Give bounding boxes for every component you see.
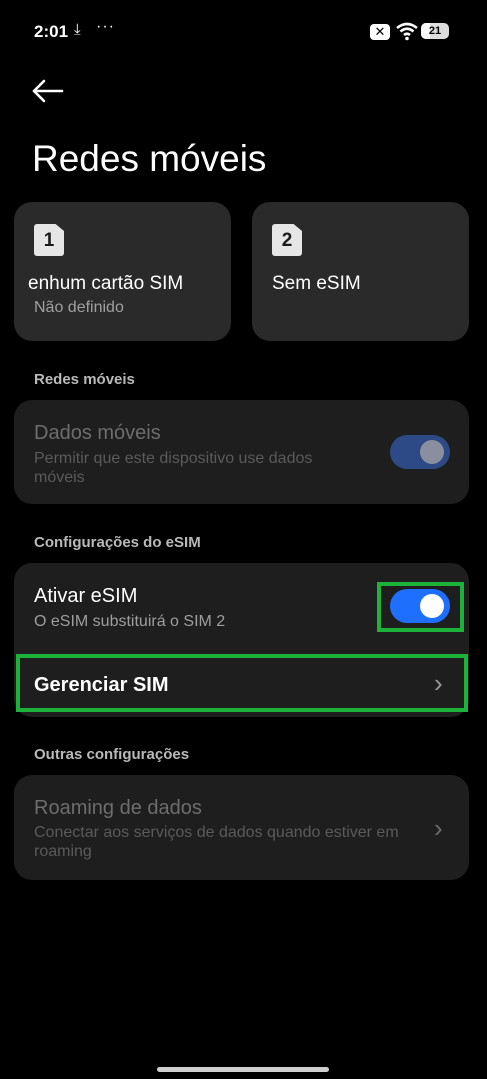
mobile-data-title: Dados móveis: [34, 422, 161, 444]
no-sim-icon: ✕: [370, 24, 390, 40]
status-bar: 2:01 ⤓ ··· ✕ 21: [0, 0, 487, 62]
wifi-icon: [396, 22, 418, 41]
back-arrow-icon[interactable]: [30, 76, 66, 106]
mobile-data-toggle[interactable]: [390, 435, 450, 469]
activate-esim-title: Ativar eSIM: [34, 585, 138, 607]
chevron-right-icon: ›: [434, 813, 443, 843]
battery-level: 21: [428, 25, 442, 37]
manage-sim-button[interactable]: [16, 654, 468, 712]
download-icon: ⤓: [74, 21, 81, 38]
sim-card-2[interactable]: 2 Sem eSIM: [252, 202, 469, 341]
data-roaming-row[interactable]: Roaming de dados Conectar aos serviços d…: [14, 775, 469, 880]
mobile-data-row[interactable]: Dados móveis Permitir que este dispositi…: [14, 400, 469, 504]
highlight-esim-toggle: [377, 582, 464, 632]
mobile-data-subtitle: Permitir que este dispositivo use dados …: [34, 450, 313, 486]
toggle-knob: [420, 440, 444, 464]
page-title: Redes móveis: [32, 138, 267, 179]
sim-1-icon: 1: [34, 224, 64, 256]
data-roaming-subtitle: Conectar aos serviços de dados quando es…: [34, 824, 399, 860]
status-time: 2:01: [34, 22, 69, 41]
sim-card-1[interactable]: 1 enhum cartão SIM Não definido: [14, 202, 231, 341]
section-other-settings: Outras configurações: [34, 746, 190, 763]
section-mobile-networks: Redes móveis: [34, 371, 135, 388]
battery-icon: 21: [421, 23, 449, 39]
section-esim-settings: Configurações do eSIM: [34, 534, 201, 551]
sim-2-icon: 2: [272, 224, 302, 256]
sim-2-name: Sem eSIM: [272, 273, 361, 294]
more-notifications-icon: ···: [96, 18, 115, 35]
home-indicator[interactable]: [157, 1067, 329, 1072]
activate-esim-subtitle: O eSIM substituirá o SIM 2: [34, 613, 226, 630]
sim-1-status: Não definido: [34, 299, 124, 316]
sim-1-name: enhum cartão SIM: [28, 273, 184, 294]
data-roaming-title: Roaming de dados: [34, 797, 202, 819]
